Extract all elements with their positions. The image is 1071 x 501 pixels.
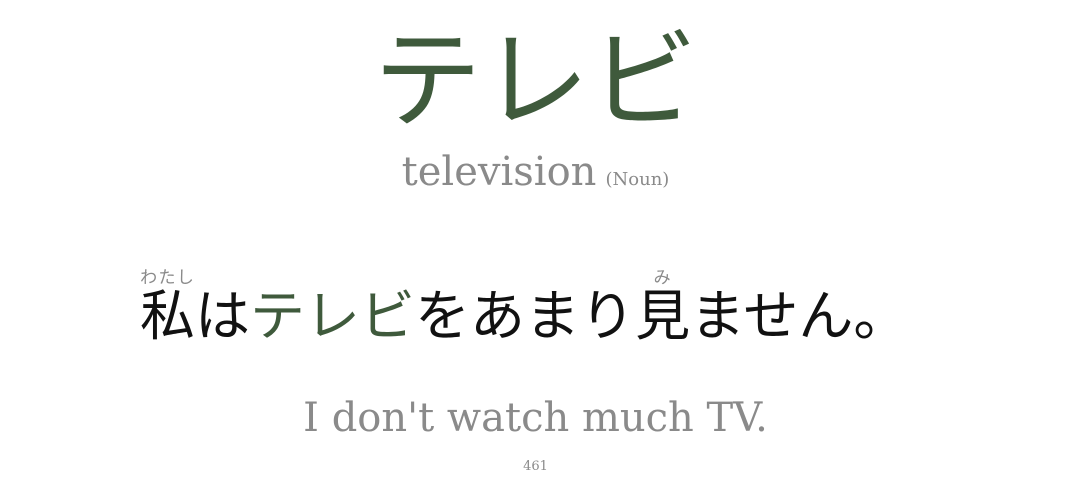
sentence-target-word: テレビ — [250, 284, 416, 348]
example-sentence: 私わたしはテレビをあまり見みません。 — [140, 268, 908, 361]
translation: I don't watch much TV. — [303, 395, 768, 441]
sentence-ending: ません。 — [690, 284, 909, 348]
furigana-group-mi: 見み — [635, 268, 691, 348]
headword: テレビ — [373, 19, 698, 144]
sentence-kanji-mi: 見 — [635, 284, 691, 348]
part-of-speech: (Noun) — [605, 169, 670, 190]
furigana-group-watashi: 私わたし — [140, 268, 196, 348]
meaning-row: television (Noun) — [0, 148, 1071, 196]
furigana-watashi: わたし — [140, 268, 195, 288]
sentence-kanji-watashi: 私 — [140, 284, 196, 348]
card-number: 461 — [523, 459, 548, 474]
furigana-mi: み — [635, 268, 691, 288]
meaning: television — [401, 149, 597, 195]
sentence-middle: をあまり — [415, 284, 636, 348]
sentence-particle: は — [195, 284, 251, 348]
